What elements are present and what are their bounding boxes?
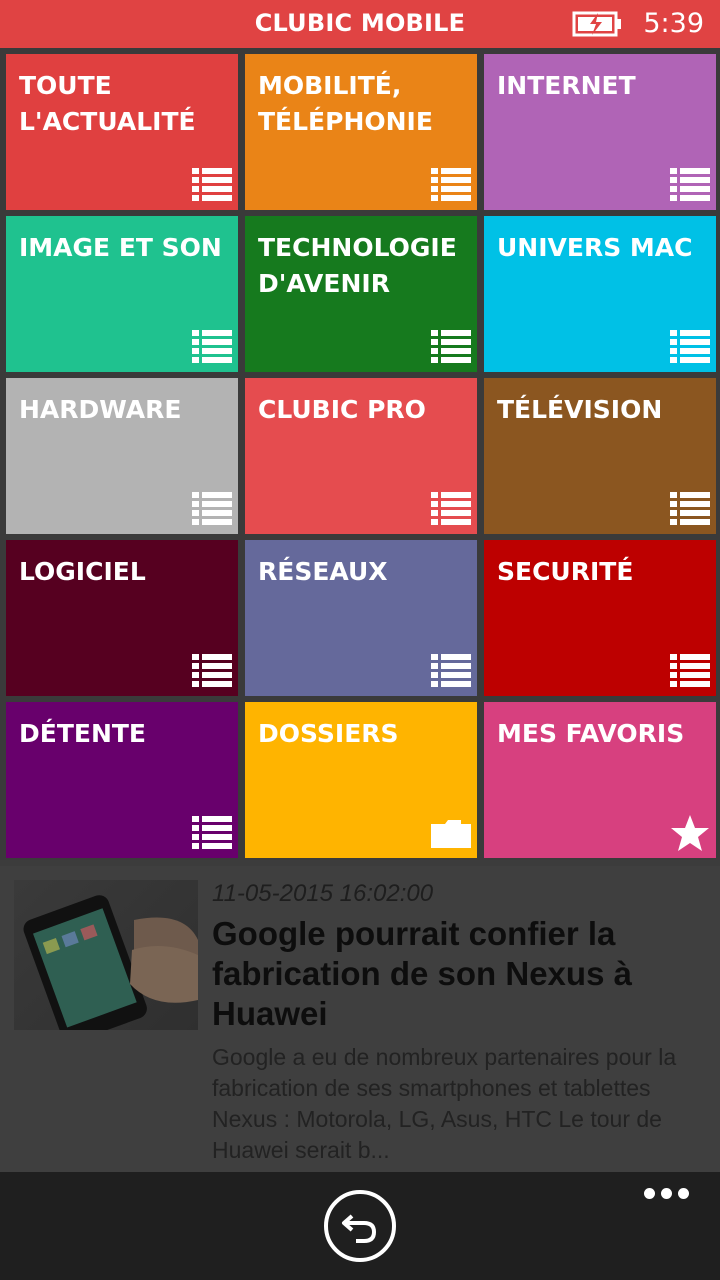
tile-hardware[interactable]: HARDWARE — [6, 378, 238, 534]
article-preview[interactable]: 11-05-2015 16:02:00 Google pourrait conf… — [0, 866, 720, 1172]
battery-charging-icon — [572, 11, 621, 37]
list-icon — [670, 490, 710, 528]
tile-logiciel[interactable]: LOGICIEL — [6, 540, 238, 696]
star-icon — [670, 814, 710, 852]
tile-réseaux[interactable]: RÉSEAUX — [245, 540, 477, 696]
list-icon — [192, 166, 232, 204]
back-button[interactable] — [324, 1190, 396, 1262]
tile-mes-favoris[interactable]: MES FAVORIS — [484, 702, 716, 858]
list-icon — [431, 652, 471, 690]
tile-label: DÉTENTE — [19, 719, 147, 748]
tile-technologie-d-avenir[interactable]: TECHNOLOGIE D'AVENIR — [245, 216, 477, 372]
more-dot — [678, 1188, 689, 1199]
tile-label: TOUTE L'ACTUALITÉ — [19, 71, 196, 136]
list-icon — [670, 328, 710, 366]
tile-label: IMAGE ET SON — [19, 233, 222, 262]
tile-mobilité-téléphonie[interactable]: MOBILITÉ, TÉLÉPHONIE — [245, 54, 477, 210]
tile-label: SECURITÉ — [497, 557, 634, 586]
tile-label: INTERNET — [497, 71, 636, 100]
tile-image-et-son[interactable]: IMAGE ET SON — [6, 216, 238, 372]
tile-label: HARDWARE — [19, 395, 182, 424]
tile-internet[interactable]: INTERNET — [484, 54, 716, 210]
tile-dossiers[interactable]: DOSSIERS — [245, 702, 477, 858]
list-icon — [192, 328, 232, 366]
tile-clubic-pro[interactable]: CLUBIC PRO — [245, 378, 477, 534]
back-arrow-icon — [342, 1214, 377, 1243]
article-summary: Google a eu de nombreux partenaires pour… — [212, 1044, 677, 1163]
more-dot — [661, 1188, 672, 1199]
list-icon — [670, 166, 710, 204]
tile-label: LOGICIEL — [19, 557, 146, 586]
tile-label: TECHNOLOGIE D'AVENIR — [258, 233, 457, 298]
list-icon — [670, 652, 710, 690]
header-bar: CLUBIC MOBILE 5:39 — [0, 0, 720, 48]
more-dots-icon — [644, 1188, 655, 1199]
phone-in-hand-image — [23, 895, 198, 1030]
tile-toute-l-actualité[interactable]: TOUTE L'ACTUALITÉ — [6, 54, 238, 210]
tile-label: DOSSIERS — [258, 719, 399, 748]
tile-securité[interactable]: SECURITÉ — [484, 540, 716, 696]
tile-label: CLUBIC PRO — [258, 395, 426, 424]
tile-détente[interactable]: DÉTENTE — [6, 702, 238, 858]
tile-label: MES FAVORIS — [497, 719, 685, 748]
list-icon — [431, 166, 471, 204]
tile-télévision[interactable]: TÉLÉVISION — [484, 378, 716, 534]
more-options-button[interactable] — [640, 1184, 690, 1204]
tile-univers-mac[interactable]: UNIVERS MAC — [484, 216, 716, 372]
tile-label: UNIVERS MAC — [497, 233, 693, 262]
folder-icon — [431, 814, 471, 852]
list-icon — [192, 814, 232, 852]
article-date: 11-05-2015 16:02:00 — [212, 880, 434, 907]
article-title[interactable]: Google pourrait confier la fabrication d… — [212, 914, 702, 1034]
category-grid: TOUTE L'ACTUALITÉ MOBILITÉ, TÉLÉPHONIE INT… — [0, 48, 720, 860]
tile-label: TÉLÉVISION — [497, 395, 663, 424]
list-icon — [431, 490, 471, 528]
list-icon — [192, 490, 232, 528]
tile-label: MOBILITÉ, TÉLÉPHONIE — [258, 71, 433, 136]
tile-label: RÉSEAUX — [258, 557, 388, 586]
status-clock: 5:39 — [643, 8, 704, 39]
app-bar — [0, 1172, 720, 1280]
list-icon — [192, 652, 232, 690]
article-thumbnail — [14, 880, 198, 1030]
list-icon — [431, 328, 471, 366]
